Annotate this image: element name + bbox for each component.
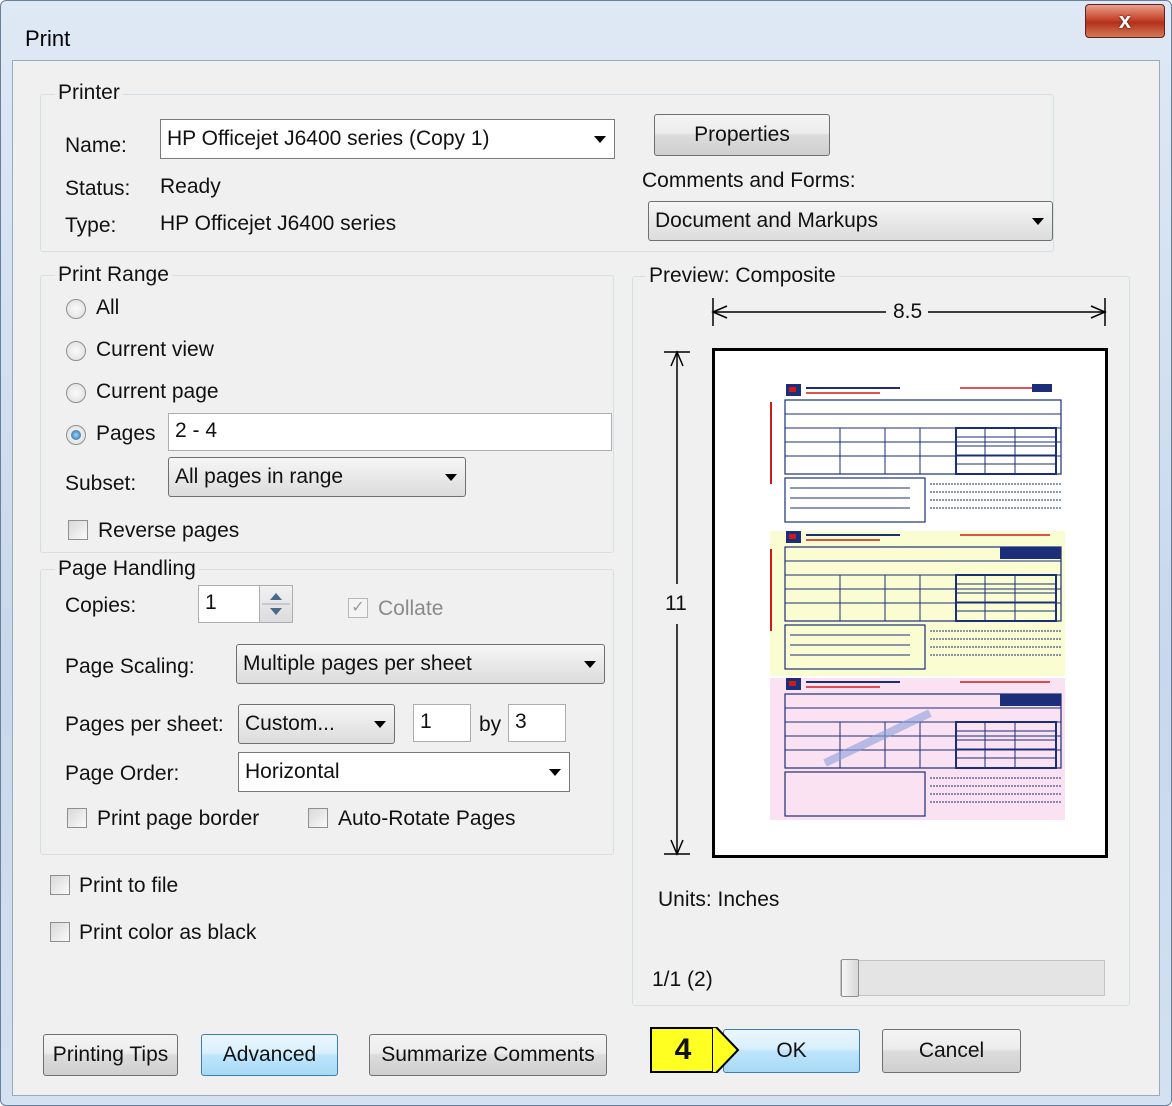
page-scaling-select[interactable]: Multiple pages per sheet bbox=[236, 644, 605, 684]
chevron-down-icon bbox=[594, 136, 606, 143]
preview-height-value: 11 bbox=[665, 592, 687, 615]
page-order-value: Horizontal bbox=[245, 760, 340, 783]
subset-value: All pages in range bbox=[175, 465, 344, 488]
print-color-as-black-label: Print color as black bbox=[79, 921, 257, 944]
radio-all-label: All bbox=[96, 296, 120, 319]
printer-name-label: Name: bbox=[65, 134, 127, 157]
subset-select[interactable]: All pages in range bbox=[168, 457, 466, 497]
print-range-group-label: Print Range bbox=[55, 263, 172, 287]
radio-pages[interactable] bbox=[66, 425, 86, 445]
properties-button[interactable]: Properties bbox=[654, 114, 830, 156]
pages-per-sheet-label: Pages per sheet: bbox=[65, 713, 224, 736]
step-callout: 4 bbox=[650, 1027, 716, 1073]
radio-current-view-label: Current view bbox=[96, 338, 214, 361]
radio-pages-label: Pages bbox=[96, 422, 156, 445]
comments-forms-label: Comments and Forms: bbox=[642, 169, 856, 192]
printing-tips-button[interactable]: Printing Tips bbox=[43, 1034, 178, 1076]
preview-width-value: 8.5 bbox=[893, 300, 923, 323]
page-order-label: Page Order: bbox=[65, 762, 180, 785]
comments-forms-select[interactable]: Document and Markups bbox=[648, 201, 1053, 241]
summarize-comments-button[interactable]: Summarize Comments bbox=[369, 1034, 607, 1076]
preview-form-2 bbox=[770, 531, 1065, 676]
preview-thumbnail-image bbox=[770, 384, 1065, 820]
chevron-down-icon bbox=[549, 769, 561, 776]
window-title: Print bbox=[25, 26, 71, 51]
page-scaling-value: Multiple pages per sheet bbox=[243, 652, 472, 675]
printer-name-value: HP Officejet J6400 series (Copy 1) bbox=[167, 127, 490, 150]
auto-rotate-checkbox[interactable] bbox=[308, 808, 328, 828]
printer-group-label: Printer bbox=[55, 81, 123, 105]
step-number: 4 bbox=[674, 1033, 692, 1066]
radio-current-page[interactable] bbox=[66, 383, 86, 403]
radio-current-view[interactable] bbox=[66, 341, 86, 361]
comments-forms-value: Document and Markups bbox=[655, 209, 878, 232]
print-page-border-label: Print page border bbox=[97, 807, 260, 830]
chevron-down-icon bbox=[1032, 218, 1044, 225]
radio-all[interactable] bbox=[66, 299, 86, 319]
preview-form-3 bbox=[770, 678, 1065, 820]
pages-per-sheet-y-input[interactable]: 3 bbox=[508, 704, 566, 742]
close-icon[interactable]: x bbox=[1085, 4, 1165, 38]
callout-arrow-icon bbox=[712, 1027, 740, 1073]
chevron-down-icon bbox=[584, 661, 596, 668]
print-page-border-checkbox[interactable] bbox=[67, 808, 87, 828]
auto-rotate-label: Auto-Rotate Pages bbox=[338, 807, 516, 830]
chevron-down-icon bbox=[445, 474, 457, 481]
reverse-pages-checkbox[interactable] bbox=[68, 520, 88, 540]
copies-label: Copies: bbox=[65, 594, 137, 617]
cancel-button[interactable]: Cancel bbox=[882, 1029, 1021, 1073]
copies-stepper[interactable] bbox=[259, 585, 293, 623]
preview-units: Units: Inches bbox=[658, 888, 780, 911]
print-to-file-checkbox[interactable] bbox=[50, 875, 70, 895]
preview-group-label: Preview: Composite bbox=[646, 264, 839, 288]
page-scaling-label: Page Scaling: bbox=[65, 655, 195, 678]
preview-page bbox=[712, 348, 1108, 858]
subset-label: Subset: bbox=[65, 472, 137, 495]
spin-arrows-icon bbox=[262, 593, 290, 615]
slider-thumb[interactable] bbox=[841, 959, 859, 997]
pages-per-sheet-x-input[interactable]: 1 bbox=[413, 704, 471, 742]
by-label: by bbox=[479, 713, 502, 736]
pages-per-sheet-select[interactable]: Custom... bbox=[238, 704, 395, 744]
copies-input[interactable]: 1 bbox=[198, 585, 260, 623]
printer-status-value: Ready bbox=[160, 175, 221, 198]
printer-name-select[interactable]: HP Officejet J6400 series (Copy 1) bbox=[160, 119, 615, 159]
page-order-select[interactable]: Horizontal bbox=[238, 752, 570, 792]
ok-button[interactable]: OK bbox=[723, 1029, 860, 1073]
collate-label: Collate bbox=[378, 597, 444, 620]
preview-form-1 bbox=[770, 384, 1065, 529]
advanced-button[interactable]: Advanced bbox=[201, 1034, 338, 1076]
collate-checkbox[interactable]: ✓ bbox=[348, 598, 368, 618]
print-color-as-black-checkbox[interactable] bbox=[50, 922, 70, 942]
pages-range-input[interactable]: 2 - 4 bbox=[168, 413, 612, 451]
preview-page-indicator: 1/1 (2) bbox=[652, 968, 713, 991]
radio-current-page-label: Current page bbox=[96, 380, 219, 403]
reverse-pages-label: Reverse pages bbox=[98, 519, 240, 542]
print-to-file-label: Print to file bbox=[79, 874, 179, 897]
chevron-down-icon bbox=[374, 721, 386, 728]
page-handling-group-label: Page Handling bbox=[55, 557, 199, 581]
printer-type-value: HP Officejet J6400 series bbox=[160, 212, 397, 235]
pages-per-sheet-value: Custom... bbox=[245, 712, 335, 735]
printer-status-label: Status: bbox=[65, 177, 131, 200]
preview-page-slider[interactable] bbox=[840, 959, 1105, 997]
printer-type-label: Type: bbox=[65, 214, 117, 237]
